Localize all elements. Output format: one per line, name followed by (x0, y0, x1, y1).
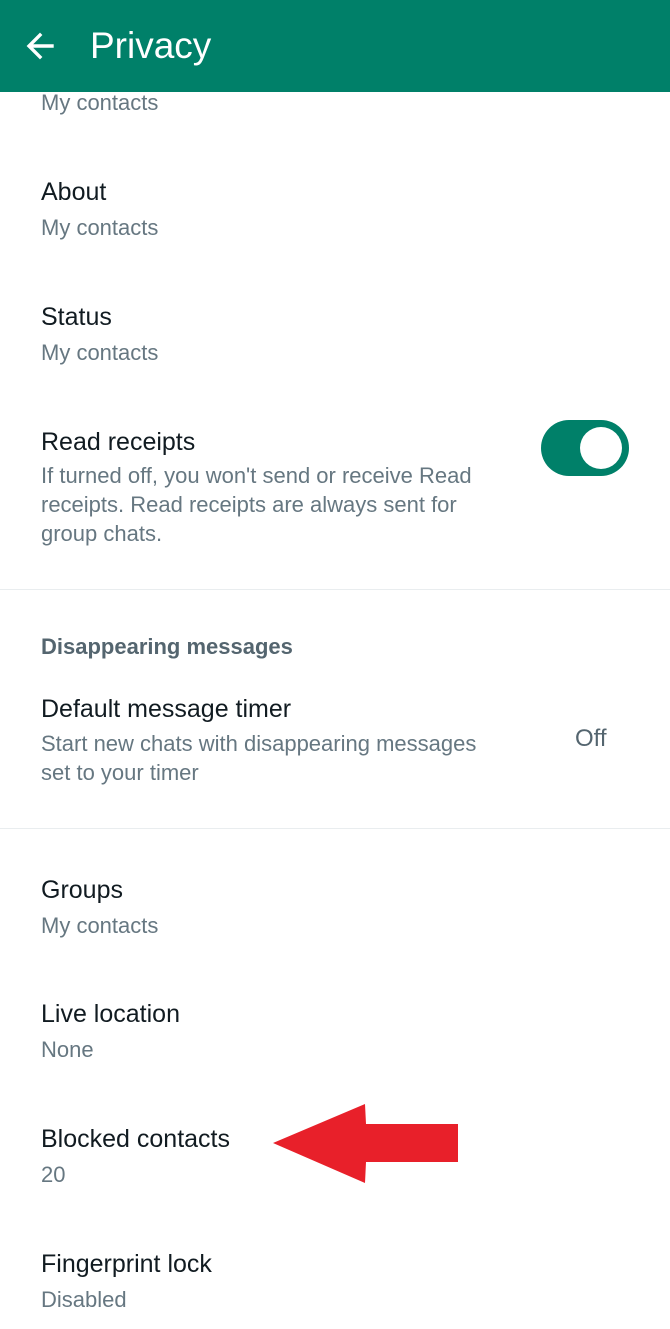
app-bar: Privacy (0, 0, 670, 92)
toggle-knob (580, 427, 622, 469)
about-subtitle: My contacts (41, 215, 159, 240)
read-receipts-description-3: group chats. (41, 521, 163, 546)
live-location-item[interactable]: Live location None (0, 982, 670, 1082)
live-location-title: Live location (41, 1000, 180, 1028)
section-header-disappearing: Disappearing messages (41, 634, 293, 659)
read-receipts-toggle[interactable] (541, 420, 629, 476)
partial-item-subtitle: My contacts (41, 90, 159, 115)
about-title: About (41, 178, 107, 206)
groups-title: Groups (41, 876, 123, 904)
status-title: Status (41, 303, 112, 331)
red-arrow-icon (273, 1104, 458, 1183)
blocked-contacts-title: Blocked contacts (41, 1125, 230, 1153)
fingerprint-lock-item[interactable]: Fingerprint lock Disabled (0, 1232, 670, 1329)
default-timer-description-1: Start new chats with disappearing messag… (41, 731, 477, 756)
status-subtitle: My contacts (41, 340, 159, 365)
groups-item[interactable]: Groups My contacts (0, 858, 670, 958)
fingerprint-lock-subtitle: Disabled (41, 1287, 127, 1312)
about-item[interactable]: About My contacts (0, 160, 670, 260)
default-timer-value: Off (575, 725, 607, 752)
read-receipts-description-2: receipts. Read receipts are always sent … (41, 492, 457, 517)
status-item[interactable]: Status My contacts (0, 285, 670, 385)
default-timer-title: Default message timer (41, 695, 292, 723)
blocked-contacts-count: 20 (41, 1162, 66, 1187)
privacy-screen: Privacy My contacts About My contacts St… (0, 0, 670, 1329)
read-receipts-title: Read receipts (41, 428, 196, 456)
fingerprint-lock-title: Fingerprint lock (41, 1250, 212, 1278)
divider (0, 589, 670, 590)
read-receipts-description-1: If turned off, you won't send or receive… (41, 463, 472, 488)
groups-subtitle: My contacts (41, 913, 159, 938)
arrow-left-icon (26, 32, 54, 60)
page-title: Privacy (90, 25, 212, 66)
default-timer-item[interactable]: Default message timer Start new chats wi… (0, 680, 670, 805)
divider (0, 828, 670, 829)
default-timer-description-2: set to your timer (41, 760, 199, 785)
live-location-subtitle: None (41, 1037, 94, 1062)
back-button[interactable] (14, 20, 66, 72)
